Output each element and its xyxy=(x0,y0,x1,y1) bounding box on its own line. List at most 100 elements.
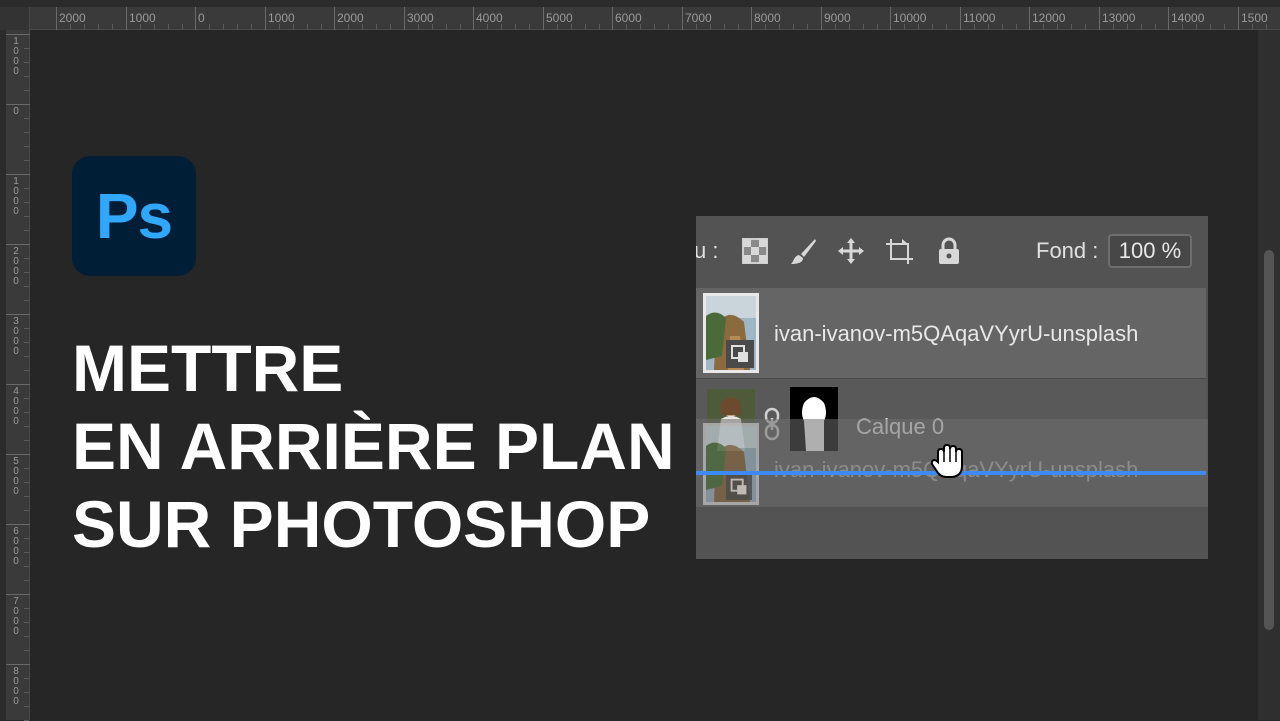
ruler-major-tick xyxy=(6,384,30,385)
ruler-left: 1 0 0 0 0 1 0 0 0 2 0 0 0 3 0 0 0 4 0 0 0 5 0 … xyxy=(0,30,30,721)
ruler-minor-tick xyxy=(1043,24,1044,29)
ruler-minor-tick xyxy=(24,706,29,707)
ruler-tick-label: 8 0 0 0 xyxy=(13,666,19,707)
ruler-tick-label: 5 0 0 0 xyxy=(13,456,19,497)
layers-lock-toolbar: u : Fond : 100 % xyxy=(696,216,1208,288)
ruler-minor-tick xyxy=(376,24,377,29)
ruler-tick-label: 14000 xyxy=(1171,11,1205,25)
ruler-minor-tick xyxy=(293,24,294,29)
ruler-major-tick xyxy=(404,7,405,30)
title-line-3: SUR PHOTOSHOP xyxy=(72,487,651,561)
ruler-minor-tick xyxy=(1016,24,1017,29)
ruler-minor-tick xyxy=(1071,24,1072,29)
ruler-minor-tick xyxy=(24,608,29,609)
ruler-tick-label: 7 0 0 0 xyxy=(13,596,19,637)
ruler-corner[interactable] xyxy=(0,7,30,30)
ruler-major-tick xyxy=(265,7,266,30)
ruler-tick-label: 5000 xyxy=(546,11,573,25)
ruler-minor-tick xyxy=(24,552,29,553)
title-line-1: METTRE xyxy=(72,331,344,405)
ruler-minor-tick xyxy=(98,24,99,29)
layer-name[interactable]: ivan-ivanov-m5QAqaVYyrU-unsplash xyxy=(774,321,1138,347)
ruler-minor-tick xyxy=(1224,24,1225,29)
ruler-tick-label: 8000 xyxy=(754,11,781,25)
ruler-major-tick xyxy=(6,34,30,35)
ruler-minor-tick xyxy=(182,24,183,29)
ruler-minor-tick xyxy=(24,230,29,231)
ruler-major-tick xyxy=(1029,7,1030,30)
smart-object-icon xyxy=(726,474,752,500)
brush-icon[interactable] xyxy=(788,236,818,266)
ruler-major-tick xyxy=(682,7,683,30)
ruler-major-tick xyxy=(6,664,30,665)
ruler-minor-tick xyxy=(515,24,516,29)
ruler-minor-tick xyxy=(209,24,210,29)
ruler-minor-tick xyxy=(24,650,29,651)
ruler-minor-tick xyxy=(24,412,29,413)
ruler-minor-tick xyxy=(487,24,488,29)
ruler-minor-tick xyxy=(348,24,349,29)
ruler-major-tick xyxy=(6,524,30,525)
ruler-minor-tick xyxy=(24,272,29,273)
ruler-minor-tick xyxy=(599,24,600,29)
ruler-minor-tick xyxy=(24,622,29,623)
ruler-minor-tick xyxy=(1113,24,1114,29)
vertical-scrollbar[interactable] xyxy=(1258,30,1280,720)
lock-icon[interactable] xyxy=(934,236,964,266)
ruler-minor-tick xyxy=(585,24,586,29)
grab-hand-cursor-icon xyxy=(930,443,963,478)
ruler-minor-tick xyxy=(24,76,29,77)
ruler-minor-tick xyxy=(529,24,530,29)
lock-label: u : xyxy=(696,238,719,263)
ruler-tick-label: 4 0 0 0 xyxy=(13,386,19,427)
ruler-minor-tick xyxy=(24,356,29,357)
ruler-top: 2000 1000 0 1000 2000 3000 4000 5000 6000 7000 800… xyxy=(0,0,1280,30)
ruler-minor-tick xyxy=(501,24,502,29)
ruler-minor-tick xyxy=(974,24,975,29)
ruler-minor-tick xyxy=(696,24,697,29)
ruler-minor-tick xyxy=(640,24,641,29)
ruler-minor-tick xyxy=(24,496,29,497)
ruler-minor-tick xyxy=(1182,24,1183,29)
ruler-minor-tick xyxy=(362,24,363,29)
lock-transparency-icon[interactable] xyxy=(740,236,770,266)
scrollbar-thumb[interactable] xyxy=(1264,250,1274,630)
ruler-minor-tick xyxy=(24,440,29,441)
layer-row[interactable]: ivan-ivanov-m5QAqaVYyrU-unsplash xyxy=(696,288,1206,379)
ruler-minor-tick xyxy=(1155,24,1156,29)
ruler-minor-tick xyxy=(24,566,29,567)
ruler-tick-label: 6 0 0 0 xyxy=(13,526,19,567)
fill-opacity-input[interactable]: 100 % xyxy=(1108,234,1192,268)
ruler-minor-tick xyxy=(571,24,572,29)
ruler-minor-tick xyxy=(446,24,447,29)
photoshop-logo-icon: Ps xyxy=(72,156,196,276)
ruler-minor-tick xyxy=(237,24,238,29)
ruler-minor-tick xyxy=(24,146,29,147)
ruler-minor-tick xyxy=(24,118,29,119)
ruler-minor-tick xyxy=(24,160,29,161)
ruler-major-tick xyxy=(960,7,961,30)
ruler-minor-tick xyxy=(946,24,947,29)
ruler-minor-tick xyxy=(24,468,29,469)
ruler-minor-tick xyxy=(432,24,433,29)
ruler-minor-tick xyxy=(24,398,29,399)
ruler-minor-tick xyxy=(24,202,29,203)
ruler-major-tick xyxy=(195,7,196,30)
ruler-minor-tick xyxy=(24,286,29,287)
ruler-minor-tick xyxy=(710,24,711,29)
ruler-minor-tick xyxy=(24,538,29,539)
ruler-minor-tick xyxy=(654,24,655,29)
ruler-minor-tick xyxy=(1252,24,1253,29)
ruler-tick-label: 2000 xyxy=(59,11,86,25)
ruler-major-tick xyxy=(890,7,891,30)
move-icon[interactable] xyxy=(836,236,866,266)
ruler-tick-label: 11000 xyxy=(963,11,996,25)
ruler-tick-label: 1000 xyxy=(129,11,156,25)
ruler-tick-label: 2 0 0 0 xyxy=(13,246,19,287)
ruler-major-tick xyxy=(821,7,822,30)
ruler-tick-label: 0 xyxy=(198,11,205,25)
ruler-minor-tick xyxy=(307,24,308,29)
ruler-minor-tick xyxy=(112,24,113,29)
artboard-icon[interactable] xyxy=(884,236,914,266)
ruler-minor-tick xyxy=(849,24,850,29)
